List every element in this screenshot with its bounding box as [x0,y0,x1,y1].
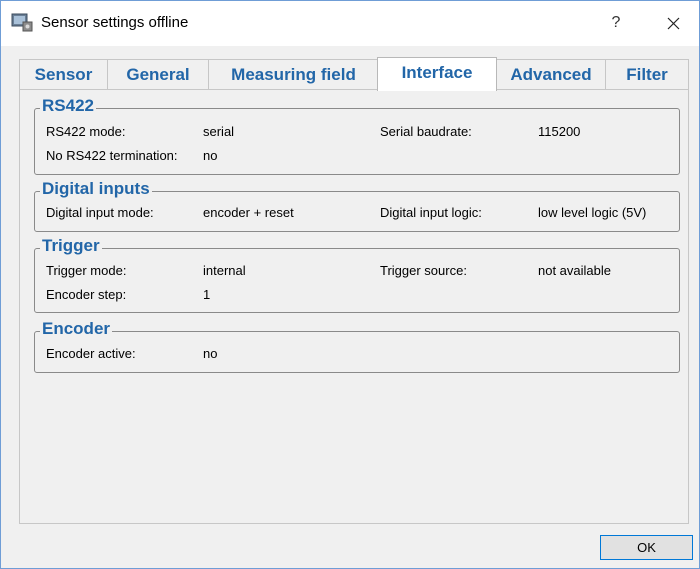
trigger-source-label: Trigger source: [380,263,467,278]
rs422-termination-label: No RS422 termination: [46,148,178,163]
encoder-active-value: no [203,346,218,361]
sensor-app-icon [11,12,33,32]
encoder-group: Encoder Encoder active: no [34,319,680,373]
encoder-active-label: Encoder active: [46,346,136,361]
rs422-group-title: RS422 [40,96,96,116]
tab-general[interactable]: General [107,59,209,90]
tab-strip: Sensor General Measuring field Interface… [19,57,689,91]
trigger-group: Trigger Trigger mode: internal Trigger s… [34,236,680,313]
close-button[interactable] [658,10,688,36]
tab-measuring-field[interactable]: Measuring field [208,59,379,90]
digital-input-logic-label: Digital input logic: [380,205,482,220]
tab-interface[interactable]: Interface [377,57,497,91]
close-icon [667,17,680,30]
trigger-group-title: Trigger [40,236,102,256]
interface-tab-panel: RS422 RS422 mode: serial Serial baudrate… [19,89,689,524]
rs422-mode-value: serial [203,124,235,139]
digital-input-logic-value: low level logic (5V) [538,205,647,220]
window-title: Sensor settings offline [41,14,189,31]
sensor-settings-dialog: Sensor settings offline ? Sensor General… [0,0,700,569]
digital-inputs-group: Digital inputs Digital input mode: encod… [34,179,680,232]
rs422-group: RS422 RS422 mode: serial Serial baudrate… [34,96,680,175]
title-bar: Sensor settings offline ? [1,1,699,46]
encoder-step-label: Encoder step: [46,287,127,302]
digital-input-mode-label: Digital input mode: [46,205,154,220]
serial-baudrate-value: 115200 [538,124,581,139]
trigger-mode-label: Trigger mode: [46,263,127,278]
digital-inputs-group-title: Digital inputs [40,179,152,199]
rs422-mode-label: RS422 mode: [46,124,126,139]
trigger-source-value: not available [538,263,611,278]
serial-baudrate-label: Serial baudrate: [380,124,472,139]
encoder-group-title: Encoder [40,319,113,339]
tab-sensor[interactable]: Sensor [19,59,108,90]
rs422-termination-value: no [203,148,218,163]
ok-button[interactable]: OK [600,535,693,560]
digital-input-mode-value: encoder + reset [203,205,294,220]
trigger-mode-value: internal [203,263,246,278]
encoder-step-value: 1 [203,287,211,302]
tab-filter[interactable]: Filter [605,59,689,90]
help-button[interactable]: ? [601,10,631,36]
tab-advanced[interactable]: Advanced [496,59,606,90]
